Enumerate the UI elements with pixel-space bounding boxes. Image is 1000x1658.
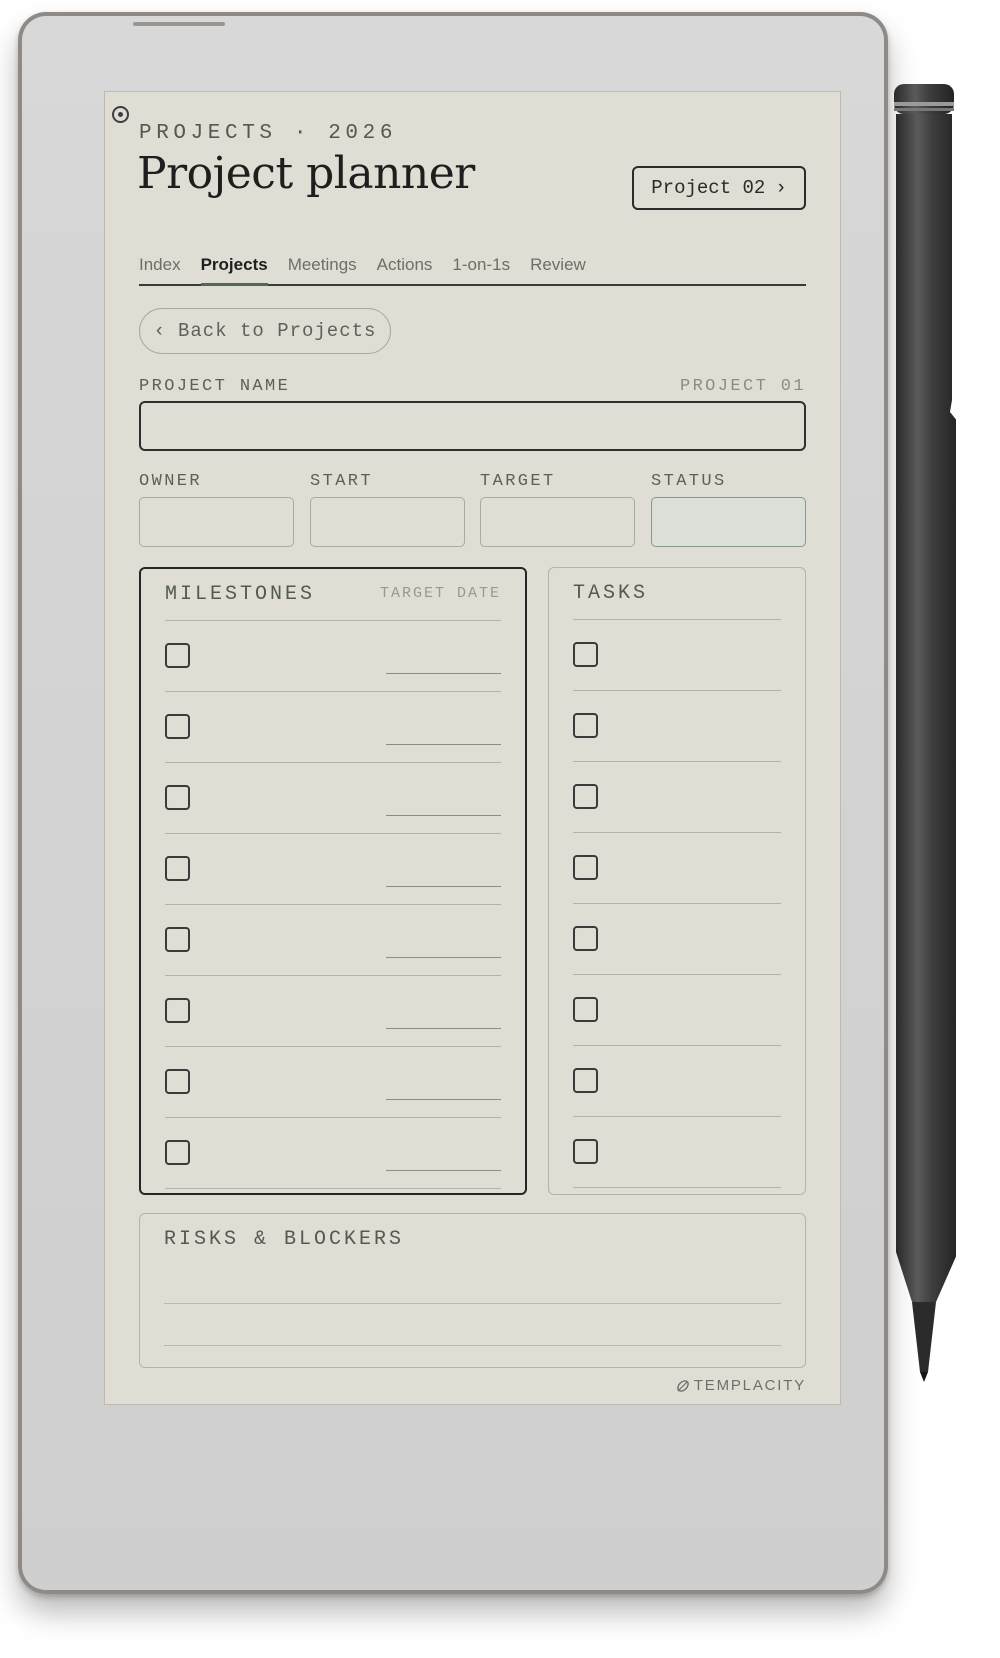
back-button-label: Back to Projects bbox=[177, 320, 377, 342]
project-number: PROJECT 01 bbox=[679, 377, 806, 396]
tab-actions[interactable]: Actions bbox=[377, 252, 433, 284]
milestones-title: MILESTONES bbox=[165, 583, 316, 606]
task-row bbox=[573, 974, 781, 1045]
milestone-list bbox=[165, 620, 501, 1189]
task-checkbox[interactable] bbox=[573, 855, 598, 880]
target-field[interactable] bbox=[480, 497, 635, 547]
e-reader-device: PROJECTS · 2026 Project planner Project … bbox=[18, 12, 888, 1594]
task-row bbox=[573, 1116, 781, 1188]
tasks-panel: TASKS bbox=[548, 567, 806, 1195]
milestone-row bbox=[165, 762, 501, 833]
risk-writing-line bbox=[164, 1345, 781, 1346]
start-label: START bbox=[310, 472, 374, 491]
milestone-checkbox[interactable] bbox=[165, 785, 190, 810]
task-checkbox[interactable] bbox=[573, 997, 598, 1022]
milestone-checkbox[interactable] bbox=[165, 714, 190, 739]
target-date-header: TARGET DATE bbox=[379, 585, 501, 602]
task-row bbox=[573, 1045, 781, 1116]
owner-label: OWNER bbox=[139, 472, 203, 491]
task-row bbox=[573, 903, 781, 974]
task-checkbox[interactable] bbox=[573, 1139, 598, 1164]
target-label: TARGET bbox=[480, 472, 556, 491]
milestone-date-line[interactable] bbox=[386, 957, 501, 958]
milestones-panel: MILESTONES TARGET DATE bbox=[139, 567, 527, 1195]
power-button[interactable] bbox=[133, 22, 225, 26]
tab-index[interactable]: Index bbox=[139, 252, 181, 284]
tab-1on1s[interactable]: 1-on-1s bbox=[452, 252, 510, 284]
chevron-right-icon: › bbox=[775, 177, 787, 199]
milestone-checkbox[interactable] bbox=[165, 1140, 190, 1165]
page-eyebrow: PROJECTS · 2026 bbox=[139, 122, 398, 145]
milestone-checkbox[interactable] bbox=[165, 643, 190, 668]
page-title: Project planner bbox=[137, 148, 475, 199]
task-checkbox[interactable] bbox=[573, 642, 598, 667]
risks-title: RISKS & BLOCKERS bbox=[164, 1228, 405, 1251]
milestone-date-line[interactable] bbox=[386, 1099, 501, 1100]
chevron-left-icon: ‹ bbox=[153, 320, 166, 342]
milestone-date-line[interactable] bbox=[386, 1170, 501, 1171]
milestone-checkbox[interactable] bbox=[165, 856, 190, 881]
milestone-date-line[interactable] bbox=[386, 673, 501, 674]
task-row bbox=[573, 761, 781, 832]
task-row bbox=[573, 832, 781, 903]
milestone-row bbox=[165, 691, 501, 762]
milestone-row bbox=[165, 975, 501, 1046]
project-name-field[interactable] bbox=[139, 401, 806, 451]
milestone-row bbox=[165, 904, 501, 975]
next-project-label: Project 02 bbox=[651, 177, 766, 199]
status-field[interactable] bbox=[651, 497, 806, 547]
milestone-date-line[interactable] bbox=[386, 1028, 501, 1029]
milestone-date-line[interactable] bbox=[386, 744, 501, 745]
brand-name: TEMPLACITY bbox=[693, 1377, 806, 1394]
task-checkbox[interactable] bbox=[573, 784, 598, 809]
risk-writing-line bbox=[164, 1303, 781, 1304]
task-checkbox[interactable] bbox=[573, 926, 598, 951]
task-checkbox[interactable] bbox=[573, 1068, 598, 1093]
task-list bbox=[573, 619, 781, 1188]
sync-status-icon bbox=[112, 106, 129, 123]
milestone-checkbox[interactable] bbox=[165, 998, 190, 1023]
back-to-projects-button[interactable]: ‹ Back to Projects bbox=[139, 308, 391, 354]
project-name-label: PROJECT NAME bbox=[139, 377, 291, 396]
leaf-icon bbox=[677, 1379, 689, 1392]
start-field[interactable] bbox=[310, 497, 465, 547]
task-checkbox[interactable] bbox=[573, 713, 598, 738]
screen: PROJECTS · 2026 Project planner Project … bbox=[104, 91, 841, 1405]
milestone-checkbox[interactable] bbox=[165, 927, 190, 952]
stylus-pen bbox=[894, 84, 956, 1382]
brand-logo: TEMPLACITY bbox=[676, 1377, 806, 1394]
risks-panel[interactable]: RISKS & BLOCKERS bbox=[139, 1213, 806, 1368]
tab-meetings[interactable]: Meetings bbox=[288, 252, 357, 284]
tab-projects[interactable]: Projects bbox=[200, 252, 268, 286]
milestone-row bbox=[165, 1046, 501, 1117]
milestone-row bbox=[165, 833, 501, 904]
tasks-title: TASKS bbox=[573, 582, 649, 605]
milestone-date-line[interactable] bbox=[386, 886, 501, 887]
milestone-row bbox=[165, 1117, 501, 1189]
tab-review[interactable]: Review bbox=[530, 252, 586, 284]
tab-bar: Index Projects Meetings Actions 1-on-1s … bbox=[139, 252, 806, 286]
task-row bbox=[573, 619, 781, 690]
next-project-button[interactable]: Project 02 › bbox=[632, 166, 806, 210]
milestone-checkbox[interactable] bbox=[165, 1069, 190, 1094]
owner-field[interactable] bbox=[139, 497, 294, 547]
milestone-date-line[interactable] bbox=[386, 815, 501, 816]
status-label: STATUS bbox=[651, 472, 727, 491]
task-row bbox=[573, 690, 781, 761]
milestone-row bbox=[165, 620, 501, 691]
